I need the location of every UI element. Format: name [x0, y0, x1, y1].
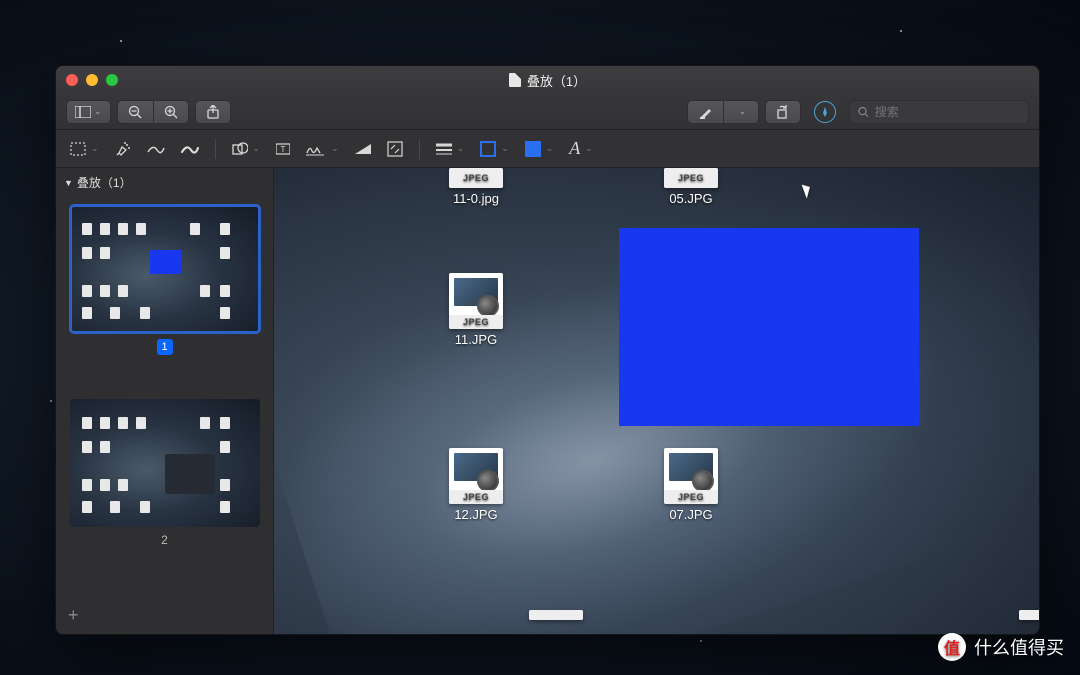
window-title-text: 叠放（1）: [527, 71, 586, 90]
file-icon[interactable]: JPEG 07.JPG: [659, 448, 723, 522]
file-type-tag: JPEG: [449, 490, 503, 504]
file-type-tag: JPEG: [664, 490, 718, 504]
chevron-down-icon: ⌄: [501, 143, 509, 154]
sign-tool[interactable]: ⌄: [306, 142, 339, 156]
main-toolbar: ⌄ ⌄: [56, 94, 1039, 130]
instant-alpha-tool[interactable]: [115, 141, 131, 157]
share-button[interactable]: [195, 100, 231, 124]
zoom-in-button[interactable]: [153, 100, 189, 124]
adjust-size-tool[interactable]: [387, 141, 403, 157]
chevron-down-icon: ⌄: [546, 143, 554, 154]
page-badge: 1: [157, 339, 173, 355]
titlebar[interactable]: 叠放（1）: [56, 66, 1039, 94]
preview-window: 叠放（1） ⌄ ⌄: [55, 65, 1040, 635]
chevron-down-icon: ⌄: [94, 106, 102, 117]
page-thumbnail[interactable]: [70, 205, 260, 333]
file-type-tag: JPEG: [449, 315, 503, 329]
canvas[interactable]: JPEG 11-0.jpg JPEG 05.JPG JPEG 11.JPG JP…: [274, 168, 1039, 634]
chevron-down-icon: ⌄: [739, 106, 747, 117]
search-input[interactable]: [875, 105, 1020, 119]
file-icon[interactable]: [1014, 610, 1039, 620]
border-color-tool[interactable]: ⌄: [480, 141, 509, 157]
pen-circle-icon: [814, 101, 836, 123]
border-color-swatch: [480, 141, 496, 157]
search-icon: [858, 106, 869, 118]
sketch-tool[interactable]: [181, 142, 199, 156]
disclosure-triangle-icon: ▼: [64, 178, 73, 188]
text-tool[interactable]: T: [276, 142, 290, 156]
thumbnail-menu-icon: [165, 454, 215, 494]
fill-color-swatch: [525, 141, 541, 157]
drawn-rectangle-shape[interactable]: [619, 228, 919, 426]
sidebar: ▼ 叠放（1） 1: [56, 168, 274, 634]
border-style-tool[interactable]: ⌄: [436, 143, 465, 155]
view-mode-button[interactable]: ⌄: [66, 100, 111, 124]
markup-toggle-button[interactable]: [807, 100, 843, 124]
file-name: 12.JPG: [454, 507, 497, 522]
page-number: 2: [161, 533, 168, 547]
add-page-button[interactable]: +: [56, 597, 273, 634]
adjust-color-tool[interactable]: [355, 142, 371, 156]
highlight-button[interactable]: [687, 100, 723, 124]
sidebar-title: 叠放（1）: [77, 174, 132, 191]
rotate-button[interactable]: [765, 100, 801, 124]
file-name: 11.JPG: [455, 332, 497, 347]
markup-toolbar: ⌄ ⌄ T ⌄ ⌄: [56, 130, 1039, 168]
file-name: 07.JPG: [669, 507, 712, 522]
file-name: 11-0.jpg: [453, 191, 499, 206]
zoom-group: [117, 100, 189, 124]
file-icon[interactable]: JPEG 12.JPG: [444, 448, 508, 522]
file-type-tag: [1019, 610, 1039, 620]
sidebar-header[interactable]: ▼ 叠放（1）: [56, 168, 273, 197]
thumbnail-item-1[interactable]: 1: [56, 197, 273, 363]
watermark-badge: 值: [938, 633, 966, 661]
file-name: 05.JPG: [669, 191, 712, 206]
file-icon[interactable]: [524, 610, 588, 620]
svg-text:T: T: [281, 145, 286, 154]
watermark-text: 什么值得买: [974, 634, 1064, 660]
file-type-tag: JPEG: [449, 168, 503, 188]
watermark: 值 什么值得买: [938, 633, 1064, 661]
separator: [215, 139, 216, 159]
text-style-icon: A: [569, 138, 580, 159]
chevron-down-icon: ⌄: [331, 143, 339, 154]
file-type-tag: JPEG: [664, 168, 718, 188]
zoom-out-button[interactable]: [117, 100, 153, 124]
chevron-down-icon: ⌄: [91, 143, 99, 154]
search-field[interactable]: [849, 100, 1029, 124]
highlight-dropdown[interactable]: ⌄: [723, 100, 759, 124]
separator: [419, 139, 420, 159]
file-icon[interactable]: JPEG 11-0.jpg: [444, 168, 508, 206]
thumbnail-shape-icon: [150, 250, 182, 274]
text-style-tool[interactable]: A ⌄: [569, 138, 593, 159]
shapes-tool[interactable]: ⌄: [232, 142, 261, 156]
file-type-tag: [529, 610, 583, 620]
file-icon[interactable]: JPEG 11.JPG: [444, 273, 508, 347]
window-title: 叠放（1）: [56, 71, 1039, 90]
page-thumbnail[interactable]: [70, 399, 260, 527]
fill-color-tool[interactable]: ⌄: [525, 141, 554, 157]
chevron-down-icon: ⌄: [585, 143, 593, 154]
chevron-down-icon: ⌄: [457, 143, 465, 154]
window-body: ▼ 叠放（1） 1: [56, 168, 1039, 634]
selection-tool[interactable]: ⌄: [70, 142, 99, 156]
draw-tool[interactable]: [147, 142, 165, 156]
markup-group: ⌄: [687, 100, 759, 124]
document-icon: [509, 73, 521, 87]
file-icon[interactable]: JPEG 05.JPG: [659, 168, 723, 206]
thumbnail-item-2[interactable]: 2: [56, 391, 273, 555]
chevron-down-icon: ⌄: [253, 143, 261, 154]
